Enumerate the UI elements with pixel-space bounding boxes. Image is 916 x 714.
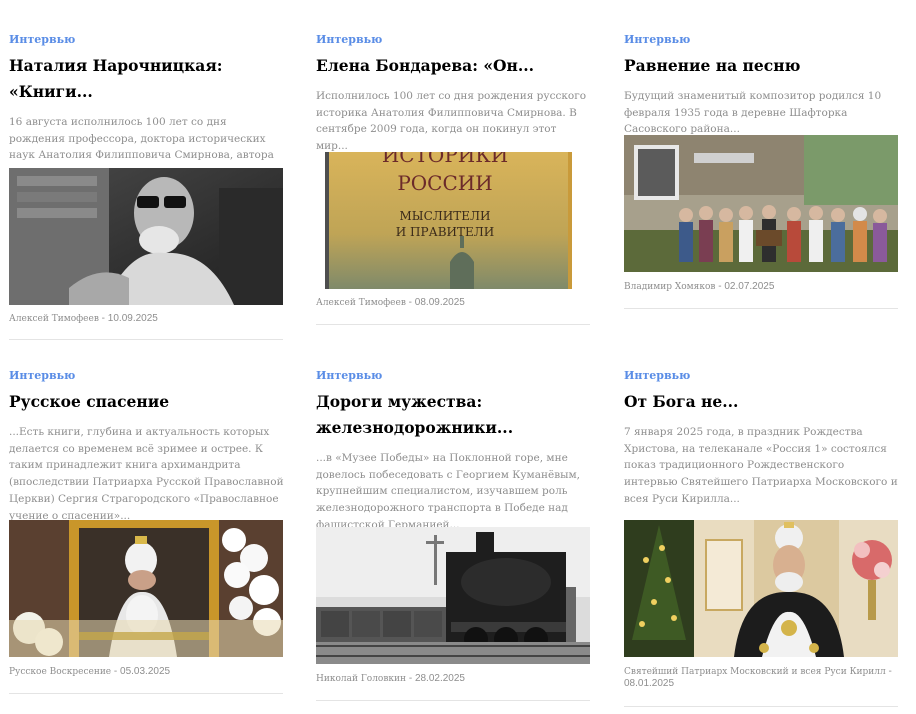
- category-link[interactable]: Интервью: [316, 369, 591, 383]
- article-meta: Русское Воскресение - 05.03.2025: [9, 666, 170, 678]
- article-date: 10.09.2025: [107, 313, 158, 324]
- article-title[interactable]: Равнение на песню: [624, 53, 899, 79]
- book-title-line2: РОССИИ: [397, 171, 492, 195]
- card-divider: [624, 706, 898, 707]
- article-meta: Алексей Тимофеев - 08.09.2025: [316, 297, 465, 309]
- book-subtitle-line2: И ПРАВИТЕЛИ: [396, 225, 494, 239]
- author-link[interactable]: Алексей Тимофеев: [316, 298, 406, 308]
- card-divider: [316, 324, 590, 325]
- article-card: Интервью Равнение на песню Будущий знаме…: [624, 33, 899, 313]
- card-divider: [9, 693, 283, 694]
- meta-separator: -: [405, 297, 415, 308]
- meta-separator: -: [111, 666, 121, 677]
- article-meta: Владимир Хомяков - 02.07.2025: [624, 281, 774, 293]
- article-meta: Святейший Патриарх Московский и всея Рус…: [624, 666, 898, 690]
- author-link[interactable]: Святейший Патриарх Московский и всея Рус…: [624, 667, 886, 677]
- category-link[interactable]: Интервью: [9, 369, 284, 383]
- article-title[interactable]: Елена Бондарева: «Он...: [316, 53, 591, 79]
- article-date: 02.07.2025: [724, 281, 775, 292]
- article-date: 28.02.2025: [414, 673, 465, 684]
- article-title[interactable]: Наталия Нарочницкая: «Книги...: [9, 53, 284, 105]
- author-link[interactable]: Алексей Тимофеев: [9, 314, 99, 324]
- category-link[interactable]: Интервью: [316, 33, 591, 47]
- article-card: Интервью Дороги мужества: железнодорожни…: [316, 369, 591, 704]
- article-card: Интервью Наталия Нарочницкая: «Книги... …: [9, 33, 284, 343]
- author-link[interactable]: Николай Головкин: [316, 674, 406, 684]
- articles-grid: Интервью Наталия Нарочницкая: «Книги... …: [0, 0, 916, 714]
- author-link[interactable]: Русское Воскресение: [9, 667, 111, 677]
- category-link[interactable]: Интервью: [624, 33, 899, 47]
- article-date: 08.09.2025: [414, 297, 465, 308]
- article-excerpt: ...Есть книги, глубина и актуальность ко…: [9, 426, 284, 522]
- book-title-line1: ИСТОРИКИ: [382, 152, 508, 167]
- article-card: Интервью Русское спасение ...Есть книги,…: [9, 369, 284, 699]
- article-card: Интервью Елена Бондарева: «Он... Исполни…: [316, 33, 591, 333]
- category-link[interactable]: Интервью: [624, 369, 899, 383]
- meta-separator: -: [885, 666, 892, 677]
- article-image[interactable]: [624, 520, 898, 657]
- article-image[interactable]: [9, 168, 283, 305]
- article-image[interactable]: [316, 527, 590, 664]
- card-divider: [624, 308, 898, 309]
- article-date: 05.03.2025: [120, 666, 171, 677]
- article-meta: Николай Головкин - 28.02.2025: [316, 673, 465, 685]
- category-link[interactable]: Интервью: [9, 33, 284, 47]
- meta-separator: -: [406, 673, 415, 684]
- article-image[interactable]: ИСТОРИКИ РОССИИ МЫСЛИТЕЛИ И ПРАВИТЕЛИ: [325, 152, 572, 289]
- article-date: 08.01.2025: [624, 678, 675, 689]
- article-excerpt: Будущий знаменитый композитор родился 10…: [624, 90, 882, 136]
- author-link[interactable]: Владимир Хомяков: [624, 282, 715, 292]
- article-title[interactable]: Дороги мужества: железнодорожники...: [316, 389, 591, 441]
- article-excerpt: 7 января 2025 года, в праздник Рождества…: [624, 426, 898, 505]
- card-divider: [316, 700, 590, 701]
- article-title[interactable]: Русское спасение: [9, 389, 284, 415]
- article-title[interactable]: От Бога не...: [624, 389, 899, 415]
- article-excerpt: Исполнилось 100 лет со дня рождения русс…: [316, 90, 587, 153]
- article-excerpt: ...в «Музее Победы» на Поклонной горе, м…: [316, 452, 580, 531]
- card-divider: [9, 339, 283, 340]
- article-meta: Алексей Тимофеев - 10.09.2025: [9, 313, 158, 325]
- book-subtitle-line1: МЫСЛИТЕЛИ: [400, 209, 491, 223]
- article-image[interactable]: [624, 135, 898, 272]
- article-card: Интервью От Бога не... 7 января 2025 год…: [624, 369, 899, 709]
- article-image[interactable]: [9, 520, 283, 657]
- meta-separator: -: [98, 313, 108, 324]
